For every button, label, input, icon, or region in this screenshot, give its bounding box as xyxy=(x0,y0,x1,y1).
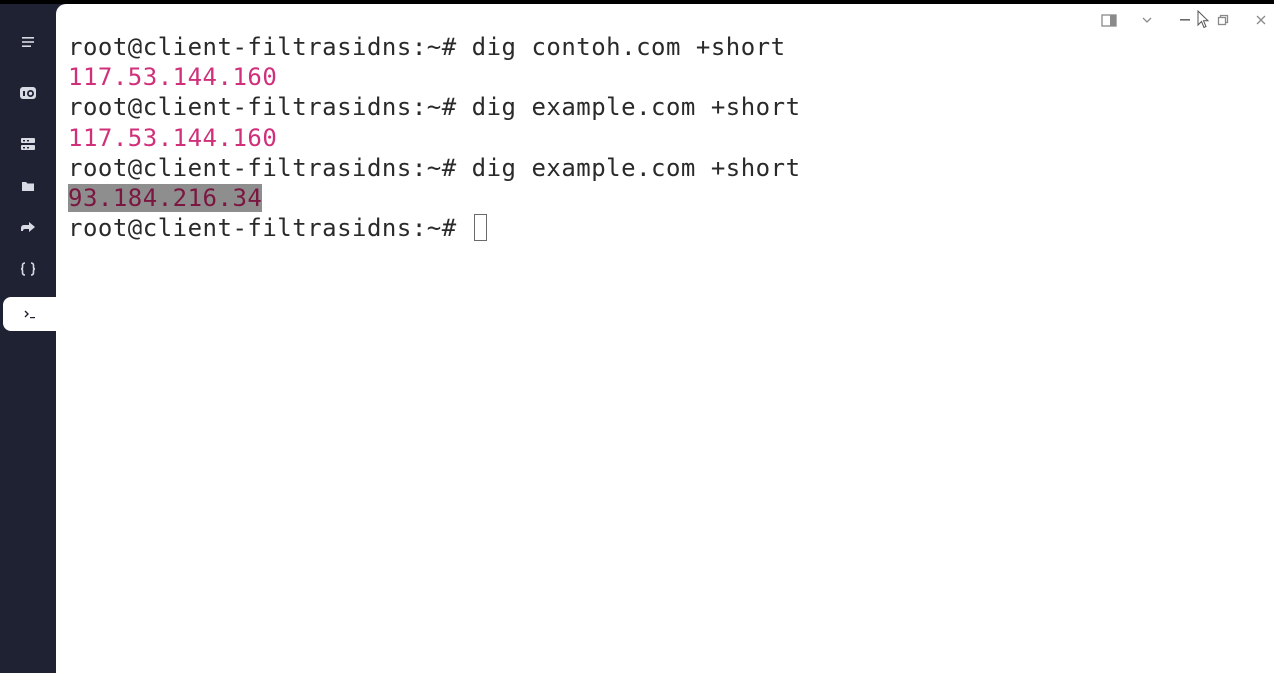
terminal-line: 117.53.144.160 xyxy=(68,62,801,92)
terminal-line: 117.53.144.160 xyxy=(68,123,801,153)
command: dig example.com +short xyxy=(471,93,801,122)
close-icon xyxy=(1256,15,1266,25)
menu-button[interactable] xyxy=(0,25,56,59)
split-view-button[interactable] xyxy=(1100,12,1118,28)
dropdown-button[interactable] xyxy=(1138,12,1156,28)
terminal-line: root@client-filtrasidns:~# dig example.c… xyxy=(68,92,801,122)
terminal-line-active[interactable]: root@client-filtrasidns:~# xyxy=(68,213,801,243)
terminal-output: root@client-filtrasidns:~# dig contoh.co… xyxy=(68,32,801,243)
snippets-button[interactable] xyxy=(0,252,56,286)
sftp-folder-icon xyxy=(22,182,34,191)
prompt: root@client-filtrasidns:~# xyxy=(68,33,472,61)
restore-icon xyxy=(1217,14,1229,26)
hosts-icon xyxy=(21,138,35,150)
minimize-icon xyxy=(1180,19,1190,21)
prompt: root@client-filtrasidns:~# xyxy=(68,153,472,182)
mouse-pointer-icon xyxy=(1197,10,1210,29)
text-cursor xyxy=(473,213,487,241)
terminal-line: 93.184.216.34 xyxy=(68,183,801,213)
selected-output[interactable]: 93.184.216.34 xyxy=(68,183,263,212)
prompt: root@client-filtrasidns:~# xyxy=(68,214,472,243)
command-output: 117.53.144.160 xyxy=(68,63,278,92)
menu-icon xyxy=(22,37,34,47)
split-view-icon xyxy=(1101,13,1117,27)
chevron-down-icon xyxy=(1142,17,1152,23)
prompt: root@client-filtrasidns:~# xyxy=(68,93,472,122)
app-window: root@client-filtrasidns:~# dig contoh.co… xyxy=(0,0,1274,673)
command-output: 117.53.144.160 xyxy=(68,123,278,152)
window-controls xyxy=(1094,8,1274,32)
hosts-button[interactable] xyxy=(0,127,56,161)
terminal-panel[interactable]: root@client-filtrasidns:~# dig contoh.co… xyxy=(56,4,1274,673)
keychain-button[interactable] xyxy=(0,76,56,110)
terminal-line: root@client-filtrasidns:~# dig example.c… xyxy=(68,153,801,183)
terminal-tab[interactable] xyxy=(3,297,56,331)
restore-button[interactable] xyxy=(1214,12,1232,28)
command: dig example.com +short xyxy=(471,153,801,182)
minimize-button[interactable] xyxy=(1176,12,1194,28)
terminal-line: root@client-filtrasidns:~# dig contoh.co… xyxy=(68,32,801,62)
snippets-icon xyxy=(20,262,36,276)
sidebar xyxy=(0,4,56,673)
port-forwarding-button[interactable] xyxy=(0,210,56,244)
keychain-icon xyxy=(20,87,36,99)
close-button[interactable] xyxy=(1252,12,1270,28)
terminal-icon xyxy=(24,310,35,319)
command: dig contoh.com +short xyxy=(471,33,786,61)
sftp-button[interactable] xyxy=(0,169,56,203)
port-forwarding-icon xyxy=(21,222,35,232)
